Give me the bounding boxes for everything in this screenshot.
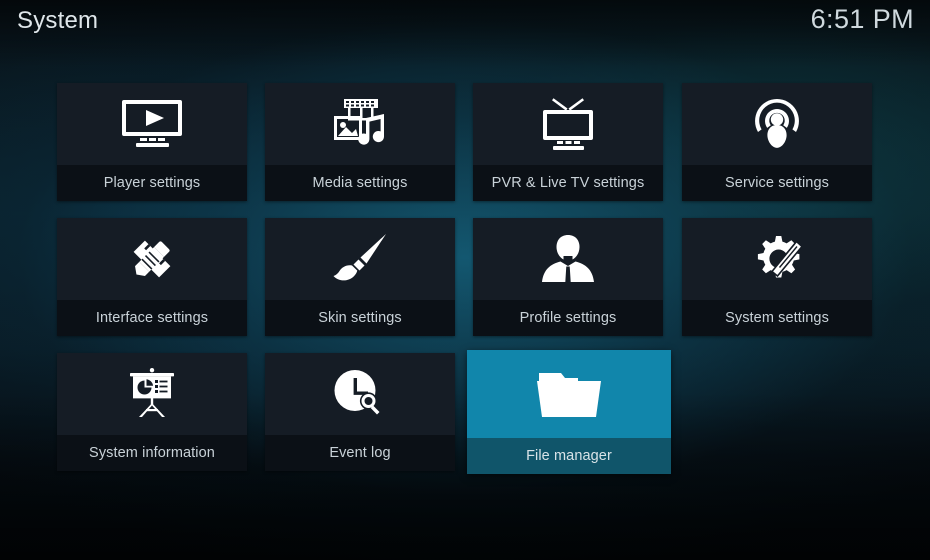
tile-profile-settings[interactable]: Profile settings [473,218,663,336]
paintbrush-icon [265,218,455,300]
tile-system-information[interactable]: System information [57,353,247,471]
broadcast-person-icon [682,83,872,165]
tile-label: Media settings [265,165,455,201]
tile-label: Event log [265,435,455,471]
page-title: System [17,7,99,34]
tile-media-settings[interactable]: Media settings [265,83,455,201]
tile-label: System settings [682,300,872,336]
tile-file-manager[interactable]: File manager [467,350,671,474]
kodi-system-screen: System 6:51 PM Player settings Media set… [0,0,930,560]
user-bust-icon [473,218,663,300]
tile-label: Player settings [57,165,247,201]
monitor-play-icon [57,83,247,165]
tile-label: PVR & Live TV settings [473,165,663,201]
tv-antenna-icon [473,83,663,165]
clock-label: 6:51 PM [810,4,914,34]
film-photo-music-icon [265,83,455,165]
settings-grid: Player settings Media settings PVR & Liv… [0,83,930,483]
tile-label: Skin settings [265,300,455,336]
tile-label: Profile settings [473,300,663,336]
tile-service-settings[interactable]: Service settings [682,83,872,201]
tile-event-log[interactable]: Event log [265,353,455,471]
gear-screwdriver-icon [682,218,872,300]
tile-system-settings[interactable]: System settings [682,218,872,336]
tile-interface-settings[interactable]: Interface settings [57,218,247,336]
folder-open-icon [467,350,671,438]
tile-skin-settings[interactable]: Skin settings [265,218,455,336]
tile-label: Service settings [682,165,872,201]
tile-player-settings[interactable]: Player settings [57,83,247,201]
presentation-chart-icon [57,353,247,435]
clock-search-icon [265,353,455,435]
pencil-ruler-icon [57,218,247,300]
tile-label: System information [57,435,247,471]
tile-label: File manager [467,438,671,474]
tile-label: Interface settings [57,300,247,336]
header-bar: System 6:51 PM [0,0,930,46]
tile-pvr-livetv-settings[interactable]: PVR & Live TV settings [473,83,663,201]
